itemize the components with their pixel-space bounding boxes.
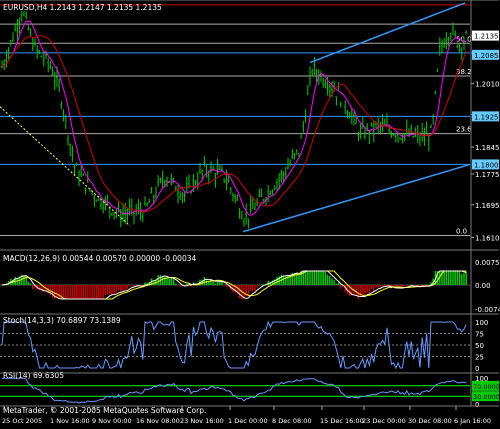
rsi-line[interactable] <box>2 377 467 404</box>
price-tick-label: 1.1695 <box>475 202 500 210</box>
stoch-tick-label: 0 <box>475 365 479 373</box>
time-tick-label: 1 Dec 00:00 <box>228 417 268 425</box>
price-box-label: 1.2135 <box>474 33 499 41</box>
fib-label: 23.6 <box>456 126 472 134</box>
stoch-tick-label: 75 <box>475 331 484 339</box>
time-tick-label: 25 Oct 2005 <box>2 417 42 425</box>
time-tick-label: 1 Nov 16:00 <box>50 417 90 425</box>
rsi-header: RSI(14) 69.6305 <box>3 371 64 380</box>
price-tick-label: 1.1775 <box>475 171 500 179</box>
price-box-label: 1.1925 <box>474 113 499 121</box>
macd-tick-label: 0.00757 <box>475 259 500 267</box>
metatrader-chart-window: 50.038.223.60.01.21351.20901.20101.19301… <box>0 0 500 429</box>
price-box-label: 1.1800 <box>474 161 499 169</box>
time-tick-label: 23 Dec 00:00 <box>362 417 406 425</box>
stoch-tick-label: 100 <box>475 319 488 327</box>
dotted-trendline[interactable] <box>0 106 131 227</box>
fib-label: 0.0 <box>456 228 467 236</box>
time-tick-label: 30 Dec 08:00 <box>408 417 452 425</box>
channel-lower-trendline[interactable] <box>242 163 471 233</box>
time-tick-label: 8 Dec 08:00 <box>272 417 312 425</box>
rsi-tick-label: 0 <box>475 401 479 409</box>
rsi-panel[interactable]: 10070.000030.00000 <box>0 375 500 409</box>
stochastic-panel[interactable]: 100 75 50 25 0 <box>0 319 488 373</box>
rsi-tick-label: 70.0000 <box>473 383 500 391</box>
rsi-tick-label: 30.0000 <box>473 393 500 401</box>
macd-header: MACD(12,26,9) 0.00544 0.00570 0.00000 -0… <box>3 254 196 263</box>
time-tick-label: 16 Nov 08:00 <box>136 417 180 425</box>
price-tick-label: 1.1610 <box>475 234 500 242</box>
macd-tick-label: -0.00745 <box>475 306 500 314</box>
macd-tick-label: 0.00 <box>475 282 491 290</box>
symbol-header: EURUSD,H4 1.2143 1.2147 1.2135 1.2135 <box>3 3 162 12</box>
stoch-tick-label: 50 <box>475 342 484 350</box>
time-tick-label: 9 Nov 00:00 <box>92 417 132 425</box>
channel-upper-trendline[interactable] <box>309 2 466 64</box>
price-box-label: 1.2085 <box>474 52 499 60</box>
macd-panel[interactable]: 0.00757 0.00 -0.00745 <box>0 259 500 314</box>
price-panel[interactable]: 50.038.223.60.01.21351.20901.20101.19301… <box>0 2 500 243</box>
stoch-tick-label: 25 <box>475 354 484 362</box>
time-tick-label: 23 Nov 16:00 <box>180 417 224 425</box>
time-tick-label: 15 Dec 16:00 <box>320 417 364 425</box>
copyright-text: MetaTrader, © 2001-2005 MetaQuotes Softw… <box>3 406 206 415</box>
time-tick-label: 6 Jan 16:00 <box>454 417 491 425</box>
price-tick-label: 1.1845 <box>475 144 500 152</box>
stoch-header: Stoch(14,3,3) 70.6897 73.1389 <box>3 316 121 325</box>
chart-canvas[interactable]: 50.038.223.60.01.21351.20901.20101.19301… <box>0 0 500 429</box>
price-tick-label: 1.2010 <box>475 81 500 89</box>
